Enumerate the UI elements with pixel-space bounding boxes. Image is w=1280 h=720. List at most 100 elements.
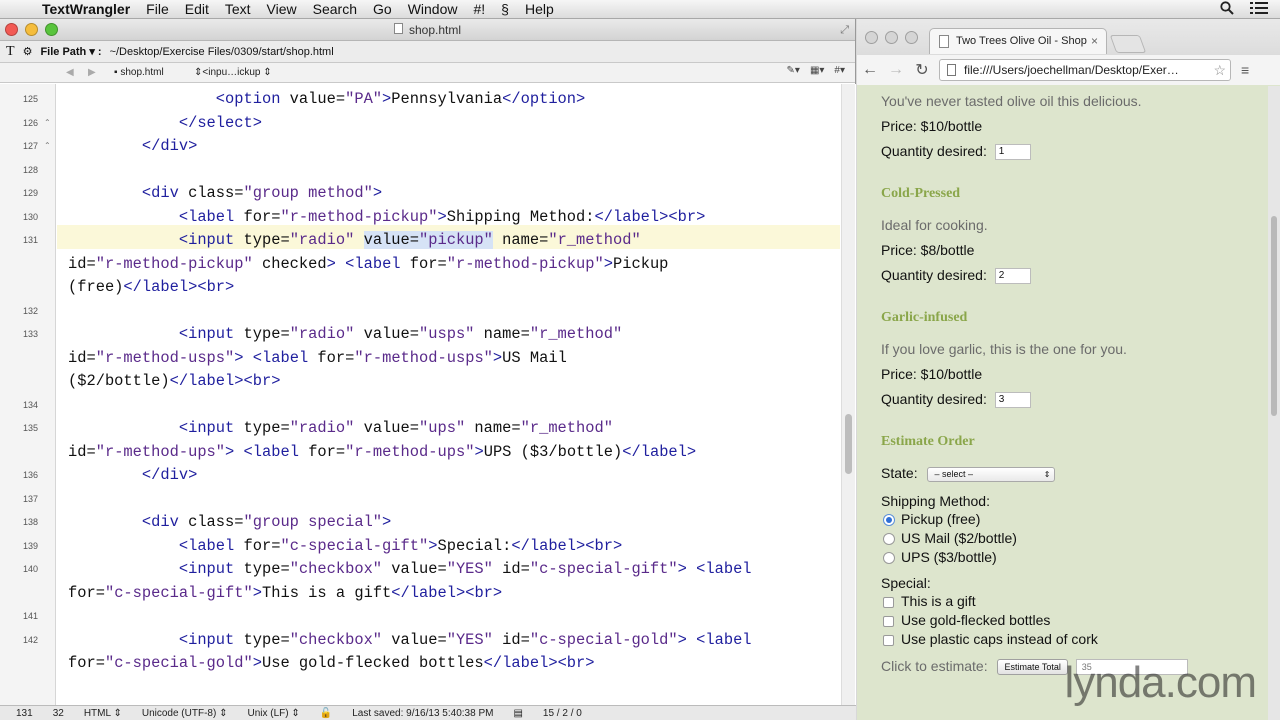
code-line[interactable]: </select> [68, 112, 262, 136]
file-popup[interactable]: ▪ shop.html [114, 67, 164, 78]
estimate-total-button[interactable]: Estimate Total [997, 659, 1068, 676]
function-popup[interactable]: ⇕<inpu…ickup ⇕ [194, 67, 272, 78]
radio-label[interactable]: US Mail ($2/bottle) [901, 530, 1017, 546]
checkbox-label[interactable]: Use gold-flecked bottles [901, 612, 1050, 628]
back-arrow-icon[interactable]: ◀ [66, 67, 74, 78]
fold-indicator-icon[interactable]: ⌃ [44, 141, 51, 150]
scroll-thumb[interactable] [1271, 216, 1277, 416]
window-titlebar[interactable]: shop.html ⤢ [0, 19, 855, 41]
language-popup[interactable]: HTML ⇕ [84, 708, 122, 719]
code-line[interactable]: <label for="c-special-gift">Special:</la… [68, 535, 622, 559]
quantity-input[interactable]: 3 [994, 392, 1031, 409]
document-menu-icon[interactable]: ▦▾ [810, 65, 824, 76]
line-endings-popup[interactable]: Unix (LF) ⇕ [247, 708, 299, 719]
forward-arrow-icon[interactable]: ▶ [88, 67, 96, 78]
code-line[interactable]: for="c-special-gift">This is a gift</lab… [68, 582, 502, 606]
reload-icon[interactable]: ↻ [909, 60, 935, 80]
code-line[interactable]: (free)</label><br> [68, 276, 234, 300]
browser-tab[interactable]: Two Trees Olive Oil - Shop × [929, 28, 1107, 54]
spotlight-search-icon[interactable] [1220, 0, 1234, 18]
code-line[interactable]: </div> [68, 135, 197, 159]
radio-label[interactable]: Pickup (free) [901, 511, 980, 527]
code-editor[interactable]: 125 126 ⌃ 127 ⌃ 128 129 130 131 132 133 134 135 136 13… [0, 84, 856, 706]
encoding-popup[interactable]: Unicode (UTF-8) ⇕ [142, 708, 228, 719]
code-line[interactable]: id="r-method-usps"> <label for="r-method… [68, 347, 567, 371]
shipping-option-pickup[interactable]: Pickup (free) [881, 511, 980, 527]
browser-vertical-scrollbar[interactable] [1268, 86, 1280, 720]
minimize-window-button[interactable] [885, 31, 898, 44]
close-window-button[interactable] [5, 23, 18, 36]
menu-search[interactable]: Search [305, 1, 365, 17]
marker-pen-icon[interactable]: ✎▾ [787, 65, 800, 76]
shipping-option-ups[interactable]: UPS ($3/bottle) [881, 549, 997, 565]
special-option-caps[interactable]: Use plastic caps instead of cork [881, 631, 1098, 647]
special-option-gold[interactable]: Use gold-flecked bottles [881, 612, 1050, 628]
special-option-gift[interactable]: This is a gift [881, 593, 976, 609]
script-menu-icon[interactable]: ⚙ [23, 45, 33, 58]
fullscreen-icon[interactable]: ⤢ [840, 19, 849, 41]
code-line[interactable]: <input type="checkbox" value="YES" id="c… [68, 558, 752, 582]
radio-usps[interactable] [883, 533, 895, 546]
menu-file[interactable]: File [138, 1, 177, 17]
checkbox-gold[interactable] [883, 615, 894, 627]
menu-help[interactable]: Help [517, 1, 562, 17]
line-number: 129 [22, 188, 38, 198]
code-line[interactable]: id="r-method-ups"> <label for="r-method-… [68, 441, 696, 465]
code-line[interactable]: id="r-method-pickup" checked> <label for… [68, 253, 668, 277]
line-number: 132 [22, 305, 38, 316]
code-line[interactable]: <div class="group special"> [68, 511, 391, 535]
address-bar[interactable]: file:///Users/joechellman/Desktop/Exer… … [939, 59, 1231, 81]
close-window-button[interactable] [865, 31, 878, 44]
text-options-icon[interactable]: T [6, 44, 15, 60]
language-value: HTML [83, 707, 111, 719]
bookmark-star-icon[interactable]: ☆ [1213, 60, 1226, 80]
menu-shebang[interactable]: #! [465, 1, 493, 17]
code-line[interactable]: <input type="radio" value="usps" name="r… [68, 323, 622, 347]
radio-label[interactable]: UPS ($3/bottle) [901, 549, 997, 565]
editor-vertical-scrollbar[interactable] [841, 84, 855, 706]
code-line[interactable]: </div> [68, 464, 197, 488]
menu-edit[interactable]: Edit [177, 1, 217, 17]
code-line[interactable]: <input type="radio" value="pickup" name=… [68, 229, 641, 253]
script-menu-icon[interactable]: § [493, 1, 517, 17]
checkbox-caps[interactable] [883, 634, 894, 646]
quantity-input[interactable]: 2 [994, 268, 1031, 285]
fold-indicator-icon[interactable]: ⌃ [44, 118, 51, 127]
line-number: 138 [22, 517, 38, 527]
code-line[interactable]: <label for="r-method-pickup">Shipping Me… [68, 206, 706, 230]
notification-list-icon[interactable] [1250, 1, 1268, 17]
code-line[interactable]: ($2/bottle)</label><br> [68, 370, 280, 394]
minimize-window-button[interactable] [25, 23, 38, 36]
radio-pickup[interactable] [883, 514, 895, 527]
lock-icon[interactable]: 🔓 [320, 708, 332, 719]
menu-app-name[interactable]: TextWrangler [34, 1, 138, 17]
radio-ups[interactable] [883, 552, 895, 565]
code-line[interactable]: for="c-special-gold">Use gold-flecked bo… [68, 652, 595, 676]
code-line[interactable]: <input type="checkbox" value="YES" id="c… [68, 629, 752, 653]
menu-hamburger-icon[interactable]: ≡ [1241, 62, 1249, 78]
close-tab-icon[interactable]: × [1091, 29, 1098, 54]
menu-view[interactable]: View [259, 1, 305, 17]
zoom-window-button[interactable] [905, 31, 918, 44]
code-line[interactable]: <input type="radio" value="ups" name="r_… [68, 417, 613, 441]
file-path-popup[interactable]: File Path ▾ : [40, 45, 101, 58]
quantity-input[interactable]: 1 [994, 144, 1031, 161]
scroll-thumb[interactable] [845, 414, 852, 474]
forward-arrow-icon[interactable]: → [883, 61, 909, 79]
checkbox-gift[interactable] [883, 596, 894, 608]
back-arrow-icon[interactable]: ← [857, 61, 883, 79]
menu-window[interactable]: Window [400, 1, 466, 17]
new-tab-button[interactable] [1109, 35, 1147, 53]
code-line[interactable]: <div class="group method"> [68, 182, 382, 206]
code-line[interactable]: <option value="PA">Pennsylvania</option> [68, 88, 586, 112]
checkbox-label[interactable]: Use plastic caps instead of cork [901, 631, 1098, 647]
zoom-window-button[interactable] [45, 23, 58, 36]
doc-stats-icon[interactable]: ▤ [513, 708, 522, 719]
checkbox-label[interactable]: This is a gift [901, 593, 976, 609]
state-select[interactable]: – select – ⇕ [927, 466, 1056, 482]
menu-text[interactable]: Text [217, 1, 259, 17]
window-title: shop.html [408, 23, 462, 37]
function-hash-icon[interactable]: #▾ [834, 65, 845, 76]
menu-go[interactable]: Go [365, 1, 400, 17]
shipping-option-usps[interactable]: US Mail ($2/bottle) [881, 530, 1017, 546]
